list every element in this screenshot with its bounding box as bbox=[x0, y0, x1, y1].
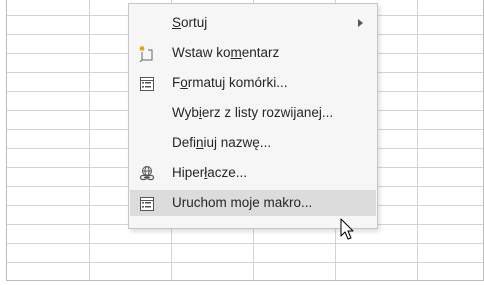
menu-item-run-my-macro[interactable]: Uruchom moje makro... bbox=[130, 190, 376, 216]
menu-item-hyperlink[interactable]: Hiperłacze... bbox=[130, 160, 376, 186]
menu-item-format-cells[interactable]: Formatuj komórki... bbox=[130, 70, 376, 96]
menu-item-label: Uruchom moje makro... bbox=[172, 195, 313, 210]
macro-list-icon bbox=[138, 195, 156, 211]
submenu-arrow-icon bbox=[358, 19, 363, 27]
mouse-pointer-icon bbox=[340, 218, 354, 240]
format-cells-icon bbox=[138, 75, 156, 91]
menu-item-label: Wybierz z listy rozwijanej... bbox=[172, 105, 334, 120]
menu-item-label: Sortuj bbox=[172, 15, 208, 30]
menu-item-insert-comment[interactable]: Wstaw komentarz bbox=[130, 40, 376, 66]
menu-item-pick-from-dropdown[interactable]: Wybierz z listy rozwijanej... bbox=[130, 100, 376, 126]
menu-item-label: Formatuj komórki... bbox=[172, 75, 288, 90]
menu-item-label: Hiperłacze... bbox=[172, 165, 248, 180]
menu-item-label: Wstaw komentarz bbox=[172, 45, 280, 60]
hyperlink-icon bbox=[138, 165, 156, 181]
menu-item-define-name[interactable]: Definiuj nazwę... bbox=[130, 130, 376, 156]
menu-item-sort[interactable]: Sortuj bbox=[130, 10, 376, 36]
insert-comment-icon bbox=[138, 45, 156, 63]
context-menu: Sortuj Wstaw komentarz Formatuj komórki.… bbox=[128, 3, 378, 229]
menu-item-label: Definiuj nazwę... bbox=[172, 135, 272, 150]
